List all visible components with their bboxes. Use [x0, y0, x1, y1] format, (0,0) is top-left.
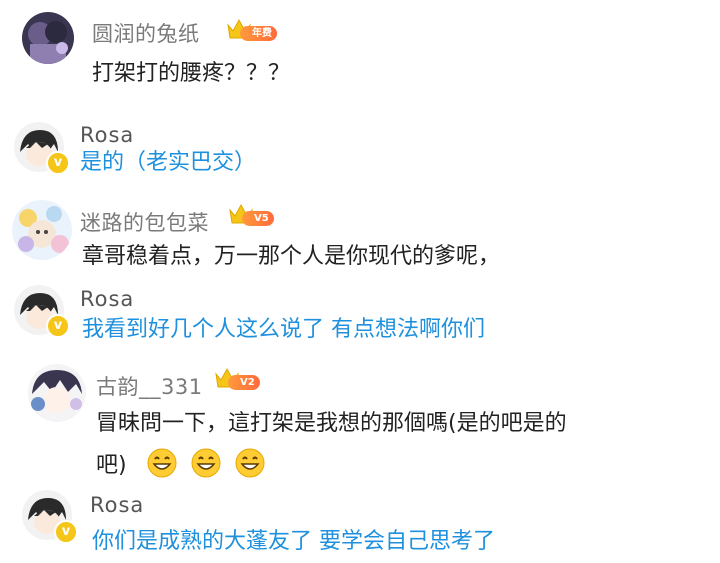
grin-emoji-icon: [235, 448, 265, 478]
grin-emoji-icon: [191, 448, 221, 478]
avatar[interactable]: [28, 364, 86, 422]
avatar[interactable]: [12, 200, 72, 260]
comment-text: 章哥稳着点，万一那个人是你现代的爹呢，: [82, 244, 501, 269]
badge-label: V5: [242, 211, 274, 226]
comment-text: 是的（老实巴交）: [80, 150, 257, 175]
comment-text-line: 吧): [96, 453, 127, 478]
username[interactable]: Rosa: [80, 287, 134, 311]
badge-label: 年费: [240, 26, 277, 41]
username[interactable]: Rosa: [90, 493, 144, 517]
comment-text: 冒昧問一下，這打架是我想的那個嗎(是的吧是的: [96, 411, 567, 436]
grin-emoji-icon: [147, 448, 177, 478]
username[interactable]: 圆润的兔纸: [92, 18, 200, 48]
comment-text: 你们是成熟的大蓬友了 要学会自己思考了: [92, 529, 495, 554]
comment-text-continued: 吧): [96, 446, 272, 486]
badge-label: V2: [228, 375, 260, 390]
verified-badge: v: [46, 314, 70, 338]
avatar[interactable]: [22, 12, 74, 64]
verified-badge: v: [54, 520, 78, 544]
comment-text: 我看到好几个人这么说了 有点想法啊你们: [82, 317, 485, 342]
verified-badge: v: [46, 151, 70, 175]
username[interactable]: 迷路的包包菜: [80, 207, 209, 237]
comment-thread: 圆润的兔纸 年费 打架打的腰疼？？？ v Rosa 是的（老实巴交） 迷路的包包…: [0, 0, 720, 563]
username[interactable]: 古韵__331: [96, 371, 203, 401]
comment-text: 打架打的腰疼？？？: [92, 61, 291, 86]
